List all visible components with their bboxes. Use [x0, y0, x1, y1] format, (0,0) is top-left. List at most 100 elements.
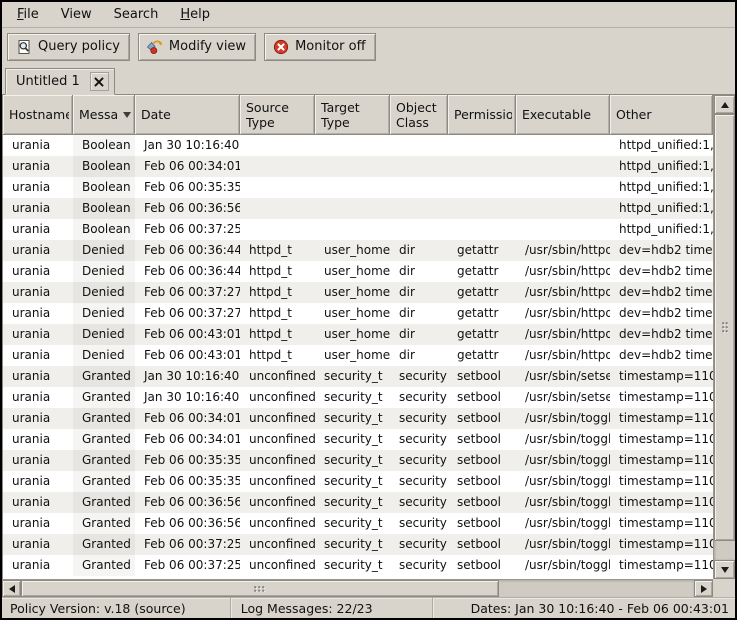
column-header-object-class[interactable]: Object Class: [390, 95, 448, 135]
tab-close-button[interactable]: [90, 72, 109, 91]
cell: /usr/sbin/toggle: [516, 555, 610, 576]
menu-file[interactable]: File: [6, 3, 50, 26]
cell: Boolean: [73, 198, 135, 219]
table-row[interactable]: uraniaDeniedFeb 06 00:37:27httpd_tuser_h…: [3, 303, 713, 324]
cell: security_t: [315, 366, 390, 387]
table-row[interactable]: uraniaDeniedFeb 06 00:36:44httpd_tuser_h…: [3, 261, 713, 282]
horizontal-scroll-trough[interactable]: [21, 580, 694, 597]
cell: setbool: [448, 555, 516, 576]
table-row[interactable]: uraniaBooleanFeb 06 00:37:25httpd_unifie…: [3, 219, 713, 240]
table-row[interactable]: uraniaDeniedFeb 06 00:43:01httpd_tuser_h…: [3, 345, 713, 366]
tab-untitled-1[interactable]: Untitled 1: [5, 68, 115, 95]
vertical-scrollbar[interactable]: [713, 95, 735, 579]
table-row[interactable]: uraniaBooleanFeb 06 00:35:35httpd_unifie…: [3, 177, 713, 198]
cell: user_home_: [315, 324, 390, 345]
table-row[interactable]: uraniaGrantedFeb 06 00:34:01unconfined_s…: [3, 429, 713, 450]
cell: [390, 219, 448, 240]
query-policy-button[interactable]: Query policy: [7, 33, 130, 61]
scroll-right-button[interactable]: [694, 580, 713, 597]
column-header-executable[interactable]: Executable: [516, 95, 610, 135]
cell: Feb 06 00:34:01: [135, 156, 240, 177]
horizontal-scrollbar[interactable]: [2, 579, 713, 597]
cell: dir: [390, 261, 448, 282]
cell: urania: [3, 324, 73, 345]
cell: Feb 06 00:37:25: [135, 555, 240, 576]
monitor-off-button[interactable]: Monitor off: [264, 33, 375, 61]
table-row[interactable]: uraniaBooleanFeb 06 00:36:56httpd_unifie…: [3, 198, 713, 219]
toolbar: Query policy Modify view Monitor off: [2, 28, 735, 65]
table-row[interactable]: uraniaGrantedJan 30 10:16:40unconfined_s…: [3, 387, 713, 408]
column-header-label: Executable: [522, 107, 591, 122]
cell: Jan 30 10:16:40: [135, 135, 240, 156]
cell: getattr: [448, 282, 516, 303]
column-header-permission[interactable]: Permission: [448, 95, 516, 135]
cell: dev=hdb2 timesta: [610, 282, 713, 303]
vertical-scroll-thumb[interactable]: [714, 114, 735, 541]
cell: timestamp=11076: [610, 450, 713, 471]
cell: [516, 135, 610, 156]
table-body: uraniaBooleanJan 30 10:16:40httpd_unifie…: [3, 135, 713, 579]
scroll-down-button[interactable]: [714, 560, 735, 579]
table-row[interactable]: uraniaGrantedFeb 06 00:34:01unconfined_s…: [3, 408, 713, 429]
cell: /usr/sbin/toggle: [516, 408, 610, 429]
column-header-hostname[interactable]: Hostname: [3, 95, 73, 135]
column-header-label: Permission: [454, 107, 512, 122]
table-row[interactable]: uraniaGrantedFeb 06 00:36:56unconfined_s…: [3, 513, 713, 534]
cell: setbool: [448, 492, 516, 513]
menu-help[interactable]: Help: [169, 3, 221, 26]
table-row[interactable]: uraniaDeniedFeb 06 00:43:01httpd_tuser_h…: [3, 324, 713, 345]
scroll-left-button[interactable]: [2, 580, 21, 597]
column-header-target-type[interactable]: Target Type: [315, 95, 390, 135]
table-row[interactable]: uraniaGrantedFeb 06 00:36:56unconfined_s…: [3, 492, 713, 513]
modify-view-button[interactable]: Modify view: [138, 33, 256, 61]
menu-search[interactable]: Search: [103, 3, 170, 26]
arrow-right-icon: [701, 585, 707, 593]
thumb-grip-icon: [254, 586, 266, 592]
scroll-up-button[interactable]: [714, 95, 735, 114]
menu-view[interactable]: View: [50, 3, 103, 26]
cell: security_t: [315, 471, 390, 492]
table-row[interactable]: uraniaBooleanJan 30 10:16:40httpd_unifie…: [3, 135, 713, 156]
table-row[interactable]: uraniaGrantedFeb 06 00:37:25unconfined_s…: [3, 534, 713, 555]
table-row[interactable]: uraniaDeniedFeb 06 00:36:44httpd_tuser_h…: [3, 240, 713, 261]
cell: /usr/sbin/httpd: [516, 282, 610, 303]
cell: /usr/sbin/toggle: [516, 513, 610, 534]
cell: security: [390, 408, 448, 429]
cell: dir: [390, 282, 448, 303]
cell: [448, 219, 516, 240]
table-row[interactable]: uraniaGrantedJan 30 10:16:40unconfined_s…: [3, 366, 713, 387]
table-row[interactable]: uraniaDeniedFeb 06 00:37:27httpd_tuser_h…: [3, 282, 713, 303]
cell: [315, 177, 390, 198]
cell: /usr/sbin/httpd: [516, 324, 610, 345]
cell: timestamp=11076: [610, 471, 713, 492]
cell: Granted: [73, 408, 135, 429]
monitor-off-icon: [272, 39, 290, 55]
cell: setbool: [448, 534, 516, 555]
cell: setbool: [448, 429, 516, 450]
table-row[interactable]: uraniaGrantedFeb 06 00:35:35unconfined_s…: [3, 471, 713, 492]
cell: unconfined_: [240, 450, 315, 471]
vertical-scroll-trough[interactable]: [714, 114, 735, 560]
table-row[interactable]: uraniaGrantedFeb 06 00:37:25unconfined_s…: [3, 555, 713, 576]
cell: urania: [3, 156, 73, 177]
column-header-label: Object Class: [396, 100, 444, 130]
table-row[interactable]: uraniaBooleanFeb 06 00:34:01httpd_unifie…: [3, 156, 713, 177]
cell: [516, 156, 610, 177]
column-header-date[interactable]: Date: [135, 95, 240, 135]
cell: Denied: [73, 303, 135, 324]
table-row[interactable]: uraniaGrantedFeb 06 00:35:35unconfined_s…: [3, 450, 713, 471]
cell: unconfined_: [240, 492, 315, 513]
cell: urania: [3, 135, 73, 156]
horizontal-scroll-thumb[interactable]: [21, 580, 499, 597]
cell: urania: [3, 450, 73, 471]
cell: getattr: [448, 324, 516, 345]
cell: urania: [3, 429, 73, 450]
column-header-source-type[interactable]: Source Type: [240, 95, 315, 135]
cell: urania: [3, 303, 73, 324]
cell: Granted: [73, 450, 135, 471]
arrow-up-icon: [721, 102, 729, 108]
column-header-other[interactable]: Other: [610, 95, 713, 135]
column-header-messa[interactable]: Messa: [73, 95, 135, 135]
cell: unconfined_: [240, 534, 315, 555]
cell: getattr: [448, 240, 516, 261]
